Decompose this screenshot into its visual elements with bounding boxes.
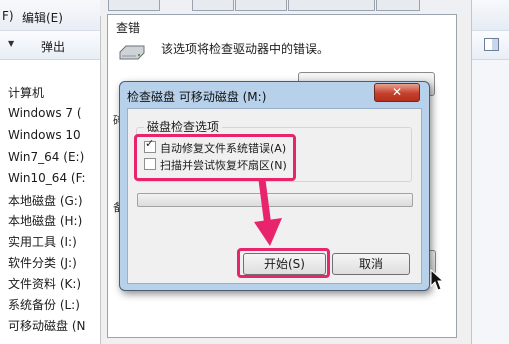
close-icon: ✕	[391, 85, 403, 99]
nav-item-drive[interactable]: 实用工具 (I:)	[8, 233, 77, 250]
explorer-right-menubar	[470, 0, 509, 31]
nav-item-drive[interactable]: Win7_64 (E:)	[8, 150, 84, 164]
nav-item-drive[interactable]: 本地磁盘 (G:)	[8, 192, 83, 209]
close-button[interactable]: ✕	[374, 83, 420, 102]
nav-item-computer[interactable]: 计算机	[8, 84, 44, 101]
error-check-description: 该选项将检查驱动器中的错误。	[161, 42, 330, 56]
navigation-pane: 计算机 Windows 7 ( Windows 10 Win7_64 (E:) …	[0, 60, 100, 344]
options-group-title: 磁盘检查选项	[144, 118, 223, 135]
nav-item-drive[interactable]: Win10_64 (F:	[8, 171, 86, 185]
nav-item-drive[interactable]: 本地磁盘 (H:)	[8, 212, 82, 229]
nav-item-drive[interactable]: Windows 7 (	[8, 106, 82, 120]
pointer-arrow-icon	[254, 178, 282, 246]
start-highlight-box	[237, 248, 330, 278]
nav-item-drive[interactable]: 文件资料 (K:)	[8, 275, 81, 292]
nav-item-drive[interactable]: 可移动磁盘 (N	[8, 317, 85, 334]
preview-pane-icon[interactable]	[484, 38, 499, 51]
tab[interactable]	[288, 0, 375, 11]
drive-icon	[119, 45, 145, 60]
nav-item-drive[interactable]: Windows 10	[8, 128, 81, 142]
menu-file[interactable]: F)	[2, 9, 14, 23]
tab[interactable]	[192, 0, 234, 11]
tab[interactable]	[108, 0, 160, 11]
options-highlight-box	[134, 134, 296, 181]
cancel-button[interactable]: 取消	[332, 253, 410, 275]
menu-edit[interactable]: 编辑(E)	[22, 9, 63, 26]
dialog-title: 检查磁盘 可移动磁盘 (M:)	[127, 90, 267, 104]
tab[interactable]	[235, 0, 287, 11]
mouse-cursor-icon	[430, 269, 444, 291]
tab[interactable]	[376, 0, 420, 11]
nav-item-drive[interactable]: 软件分类 (J:)	[8, 254, 77, 271]
eject-button[interactable]: 弹出	[41, 38, 65, 55]
dropdown-arrow-icon[interactable]: ▼	[8, 39, 14, 48]
error-check-group-title: 查错	[116, 21, 141, 35]
nav-item-drive[interactable]: 系统备份 (L:)	[8, 296, 80, 313]
